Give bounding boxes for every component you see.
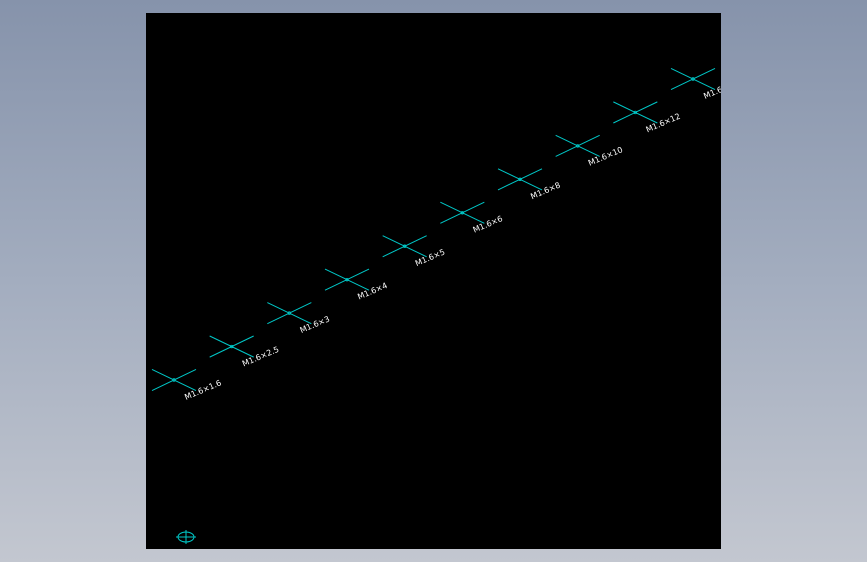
marker-label: M1.6×8 [529,181,561,202]
drawing-canvas: M1.6×1.6 M1.6×2.5 M1.6×3 M1.6×4 M1.6×5 M1.6×6… [151,67,721,544]
marker-label: M1.6×16 [702,78,721,101]
screw-marker: M1.6×5 [382,235,446,269]
screw-marker: M1.6×12 [613,101,682,135]
screw-marker: M1.6×10 [555,134,624,168]
marker-label: M1.6×4 [356,281,388,302]
marker-label: M1.6×6 [472,214,504,235]
screw-marker: M1.6×4 [324,268,389,302]
screw-marker: M1.6×8 [497,168,562,202]
marker-label: M1.6×3 [299,314,331,335]
screw-marker: M1.6×16 [670,67,721,101]
marker-label: M1.6×12 [645,112,682,135]
model-space-viewport[interactable]: M1.6×1.6 M1.6×2.5 M1.6×3 M1.6×4 M1.6×5 M1.6×6… [146,13,721,549]
screw-marker: M1.6×1.6 [151,368,223,402]
screw-marker: M1.6×6 [440,201,504,235]
marker-label: M1.6×1.6 [183,378,222,402]
marker-label: M1.6×2.5 [241,345,280,369]
screw-markers: M1.6×1.6 M1.6×2.5 M1.6×3 M1.6×4 M1.6×5 M1.6×6… [151,67,721,402]
marker-label: M1.6×10 [587,145,624,168]
screw-marker: M1.6×3 [267,302,331,335]
marker-label: M1.6×5 [414,248,446,269]
screw-marker: M1.6×2.5 [209,335,280,369]
ucs-crosshair-icon [176,530,196,544]
